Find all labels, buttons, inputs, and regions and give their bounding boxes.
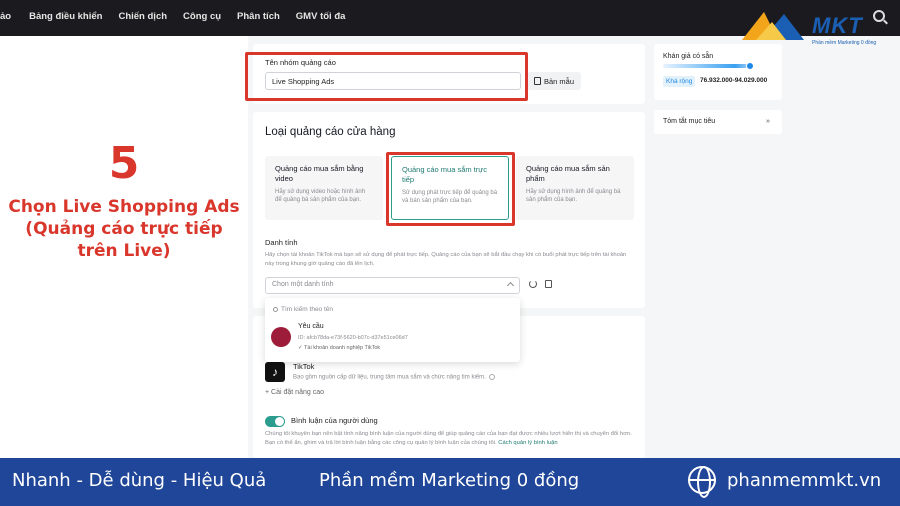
footer-tagline: Phần mềm Marketing 0 đồng bbox=[319, 470, 580, 491]
option-desc: Hãy sử dụng video hoặc hình ảnh để quảng… bbox=[275, 189, 366, 203]
account-type: ✓ Tài khoản doanh nghiệp TikTok bbox=[298, 345, 381, 351]
user-comments-desc-text: Chúng tôi khuyên bạn nên bật tính năng b… bbox=[265, 431, 632, 446]
advanced-settings-label: Cài đặt nâng cao bbox=[271, 389, 324, 396]
option-title: Quảng cáo mua sắm bằng video bbox=[275, 164, 364, 183]
info-icon[interactable] bbox=[488, 374, 495, 380]
external-link-icon[interactable] bbox=[545, 280, 552, 288]
nav-item-tools[interactable]: Công cụ bbox=[183, 11, 221, 22]
identity-label: Danh tính bbox=[265, 238, 298, 247]
advanced-settings-link[interactable]: + Cài đặt nâng cao bbox=[265, 389, 324, 396]
user-comments-label: Bình luận của người dùng bbox=[291, 416, 378, 425]
tutorial-panel: 5 Chọn Live Shopping Ads (Quảng cáo trực… bbox=[0, 36, 248, 458]
audience-meter-indicator bbox=[746, 62, 754, 70]
logo-subtitle: Phần mềm Marketing 0 đồng bbox=[812, 40, 877, 46]
logo-text: MKT bbox=[812, 13, 863, 38]
step-number: 5 bbox=[108, 138, 140, 189]
audience-meter bbox=[663, 64, 753, 68]
manage-comments-link[interactable]: Cách quản lý bình luận bbox=[498, 440, 557, 446]
tiktok-placement-desc: Bao gồm nguồn cấp dữ liệu, trung tâm mua… bbox=[293, 374, 495, 381]
account-type-text: Tài khoản doanh nghiệp TikTok bbox=[304, 345, 381, 351]
store-ads-title: Loại quảng cáo cửa hàng bbox=[265, 126, 396, 138]
audience-range: 76.932.000-94.029.000 bbox=[700, 77, 768, 84]
account-avatar bbox=[271, 327, 291, 347]
highlight-live-shopping-option bbox=[386, 152, 515, 226]
audience-size-badge: Khá rộng bbox=[663, 76, 696, 87]
identity-dropdown: Tìm kiếm theo tên Yêu cầu ID: afcb78da-e… bbox=[265, 298, 520, 362]
tiktok-placement-name: TikTok bbox=[293, 362, 315, 371]
identity-search-input[interactable]: Tìm kiếm theo tên bbox=[273, 306, 333, 313]
option-video-shopping-ads[interactable]: Quảng cáo mua sắm bằng video Hãy sử dụng… bbox=[265, 156, 383, 220]
nav-item-analytics[interactable]: Phân tích bbox=[237, 11, 280, 22]
nav-item-campaigns[interactable]: Chiến dịch bbox=[118, 11, 167, 22]
refresh-icon[interactable] bbox=[529, 280, 537, 288]
template-icon bbox=[533, 77, 541, 85]
identity-search-placeholder: Tìm kiếm theo tên bbox=[281, 306, 334, 313]
chevron-down-icon[interactable]: » bbox=[766, 118, 770, 125]
search-icon bbox=[273, 306, 278, 312]
user-comments-toggle[interactable] bbox=[265, 416, 285, 427]
option-desc: Hãy sử dụng hình ảnh để quảng bá sản phẩ… bbox=[526, 189, 621, 203]
logo-mark-icon bbox=[742, 12, 804, 40]
template-button[interactable]: Bản mẫu bbox=[527, 72, 581, 90]
identity-description: Hãy chọn tài khoản TikTok mà bạn sẽ sử d… bbox=[265, 252, 627, 267]
tiktok-desc-text: Bao gồm nguồn cấp dữ liệu, trung tâm mua… bbox=[293, 374, 486, 381]
tiktok-icon: ♪ bbox=[265, 362, 285, 382]
nav-item-gmv-max[interactable]: GMV tối đa bbox=[296, 11, 346, 22]
nav-item-partial[interactable]: ảo bbox=[0, 11, 11, 22]
option-title: Quảng cáo mua sắm sản phẩm bbox=[526, 164, 610, 183]
globe-icon bbox=[688, 466, 716, 498]
footer-website[interactable]: phanmemmkt.vn bbox=[727, 470, 881, 491]
account-name[interactable]: Yêu cầu bbox=[298, 323, 324, 330]
template-button-label: Bản mẫu bbox=[543, 76, 575, 86]
highlight-adgroup-name bbox=[245, 52, 528, 101]
nav-item-dashboard[interactable]: Bảng điều khiển bbox=[29, 11, 102, 22]
account-id: ID: afcb78da-e73f-5620-b07c-d37e51ce06d7 bbox=[298, 335, 408, 341]
top-nav: ảo Bảng điều khiển Chiến dịch Công cụ Ph… bbox=[0, 11, 361, 22]
chevron-down-icon bbox=[506, 281, 515, 290]
option-product-shopping-ads[interactable]: Quảng cáo mua sắm sản phẩm Hãy sử dụng h… bbox=[516, 156, 634, 220]
identity-select[interactable]: Chọn một danh tính bbox=[265, 277, 520, 294]
targeting-summary-title: Tóm tắt mục tiêu bbox=[663, 118, 716, 125]
identity-select-placeholder: Chọn một danh tính bbox=[272, 281, 334, 288]
audience-estimate-title: Khán giả có sẵn bbox=[663, 53, 714, 60]
step-description: Chọn Live Shopping Ads (Quảng cáo trực t… bbox=[8, 197, 240, 261]
footer-slogan: Nhanh - Dễ dùng - Hiệu Quả bbox=[12, 470, 267, 491]
mkt-logo: MKT Phần mềm Marketing 0 đồng bbox=[742, 10, 892, 50]
user-comments-desc: Chúng tôi khuyên bạn nên bật tính năng b… bbox=[265, 430, 637, 448]
